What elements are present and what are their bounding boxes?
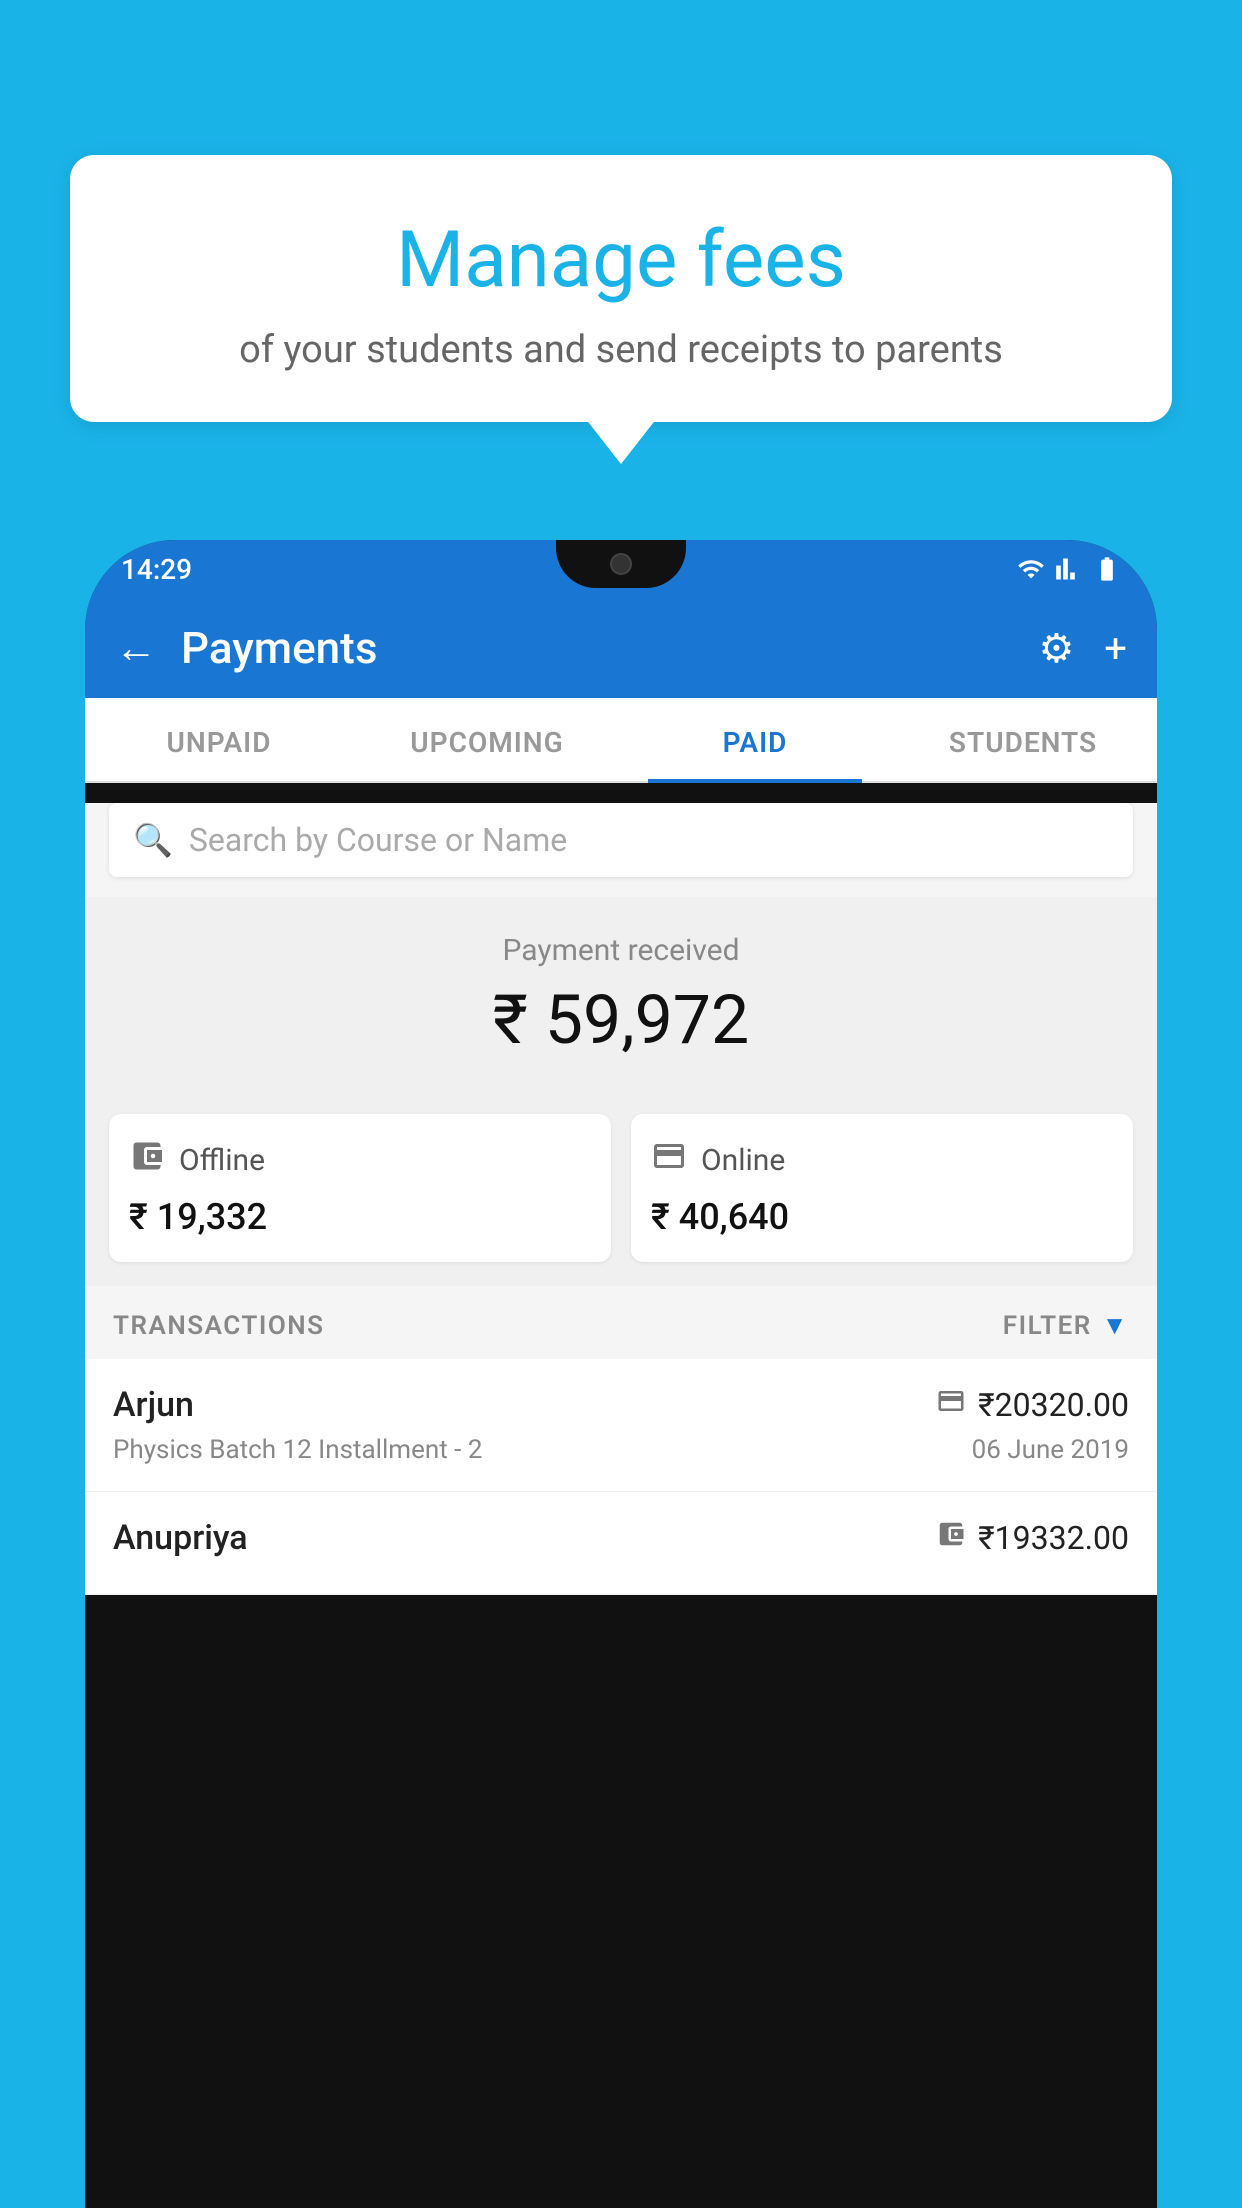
tx-top-1: Arjun ₹20320.00 [113,1385,1129,1425]
transaction-row[interactable]: Anupriya ₹19332.00 [85,1492,1157,1595]
add-button[interactable]: + [1104,625,1127,672]
transactions-header: TRANSACTIONS FILTER ▼ [85,1286,1157,1359]
tx-amount-icon-1 [936,1386,966,1424]
tx-name-1: Arjun [113,1385,194,1425]
offline-amount: ₹ 19,332 [129,1196,591,1238]
bubble-title: Manage fees [120,215,1122,306]
search-bar[interactable]: 🔍 Search by Course or Name [109,803,1133,877]
online-amount: ₹ 40,640 [651,1196,1113,1238]
tx-amount-2: ₹19332.00 [936,1519,1129,1557]
filter-button[interactable]: FILTER ▼ [1003,1310,1129,1341]
status-bar: 14:29 [85,540,1157,598]
app-header: ← Payments ⚙ + [85,598,1157,698]
transactions-label: TRANSACTIONS [113,1311,325,1341]
tx-amount-value-2: ₹19332.00 [978,1519,1129,1557]
offline-label: Offline [179,1143,265,1178]
payment-cards: Offline ₹ 19,332 Online ₹ 40,640 [85,1090,1157,1286]
notch [556,540,686,588]
phone-screen: 🔍 Search by Course or Name Payment recei… [85,803,1157,1595]
online-label: Online [701,1143,785,1178]
tx-amount-icon-2 [936,1519,966,1557]
speech-bubble: Manage fees of your students and send re… [70,155,1172,422]
wifi-icon [1017,555,1045,583]
tx-top-2: Anupriya ₹19332.00 [113,1518,1129,1558]
tx-course-1: Physics Batch 12 Installment - 2 [113,1435,482,1465]
filter-label: FILTER [1003,1311,1092,1341]
tab-upcoming[interactable]: UPCOMING [353,698,621,781]
online-card-header: Online [651,1138,1113,1182]
back-button[interactable]: ← [115,624,157,673]
header-title: Payments [181,622,1038,674]
offline-icon [129,1138,165,1182]
tabs: UNPAID UPCOMING PAID STUDENTS [85,698,1157,783]
status-time: 14:29 [121,553,192,586]
tx-amount-1: ₹20320.00 [936,1386,1129,1424]
tab-paid[interactable]: PAID [621,698,889,781]
search-placeholder: Search by Course or Name [189,821,567,859]
header-actions: ⚙ + [1038,625,1127,672]
tab-students[interactable]: STUDENTS [889,698,1157,781]
bubble-subtitle: of your students and send receipts to pa… [120,328,1122,372]
tx-name-2: Anupriya [113,1518,248,1558]
tab-unpaid[interactable]: UNPAID [85,698,353,781]
status-icons [1017,555,1121,583]
settings-button[interactable]: ⚙ [1038,625,1074,672]
search-icon: 🔍 [133,821,173,859]
filter-icon: ▼ [1102,1310,1129,1341]
tx-amount-value-1: ₹20320.00 [978,1386,1129,1424]
transaction-row[interactable]: Arjun ₹20320.00 Physics Batch 12 Install… [85,1359,1157,1492]
payment-label: Payment received [105,933,1137,968]
offline-card-header: Offline [129,1138,591,1182]
tx-bottom-1: Physics Batch 12 Installment - 2 06 June… [113,1435,1129,1465]
phone-frame: 14:29 ← Payments ⚙ + UNPAID UPCOMING PAI… [85,540,1157,2208]
payment-amount: ₹ 59,972 [105,980,1137,1060]
battery-icon [1093,555,1121,583]
online-icon [651,1138,687,1182]
signal-icon [1055,555,1083,583]
offline-card: Offline ₹ 19,332 [109,1114,611,1262]
tx-date-1: 06 June 2019 [972,1435,1129,1465]
online-card: Online ₹ 40,640 [631,1114,1133,1262]
camera [610,553,632,575]
payment-received-section: Payment received ₹ 59,972 [85,897,1157,1090]
